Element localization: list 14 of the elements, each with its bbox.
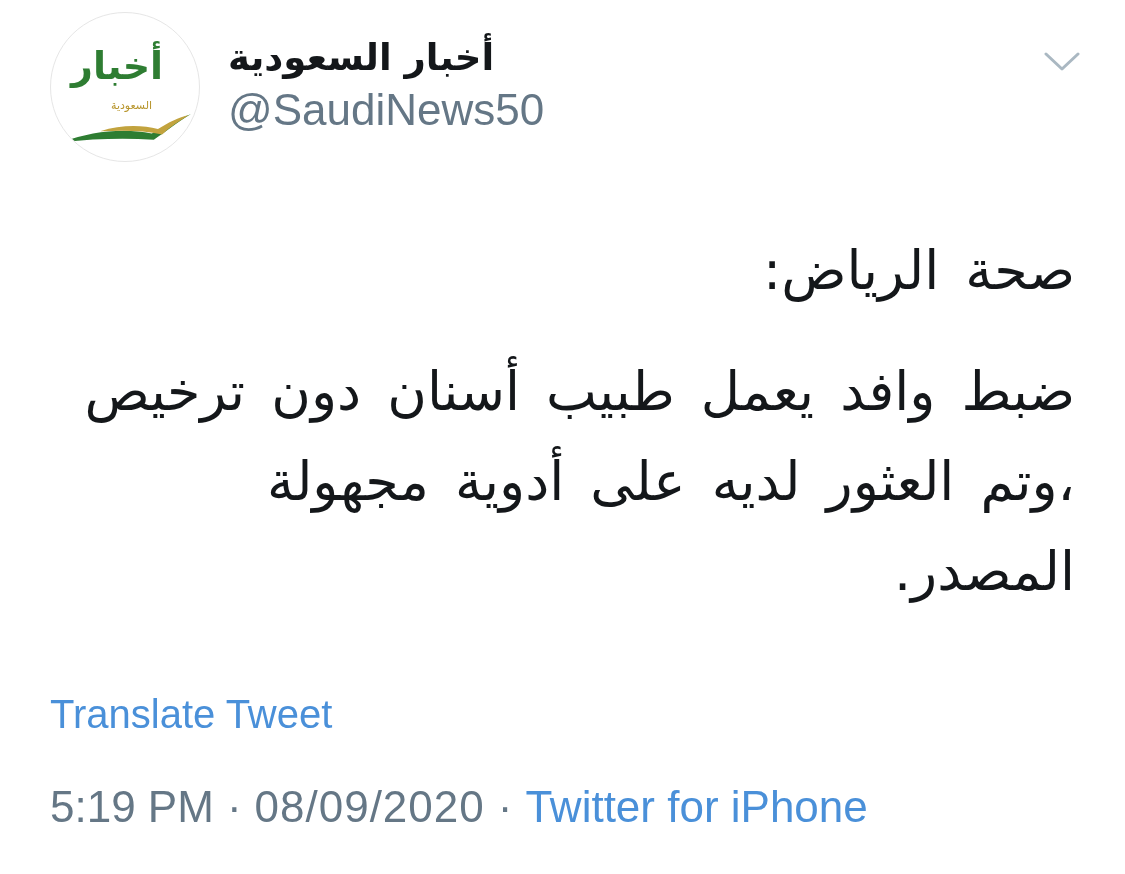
display-name[interactable]: أخبار السعودية [228, 32, 495, 84]
chevron-down-icon[interactable] [1044, 52, 1080, 72]
logo-title: أخبار [71, 33, 164, 99]
tweet-time: 5:19 PM [50, 781, 214, 833]
avatar-logo[interactable]: أخبار السعودية [50, 12, 200, 162]
tweet-source-link[interactable]: Twitter for iPhone [525, 779, 868, 835]
separator-dot: · [497, 781, 513, 833]
tweet-date: 08/09/2020 [254, 781, 485, 833]
translate-link[interactable]: Translate Tweet [50, 689, 333, 739]
tweet-text: ضبط وافد يعمل طبيب أسنان دون ترخيص ،وتم العثور لديه على أدوية مجهولة المصدر. [50, 347, 1075, 617]
tweet-text: صحة الرياض: [761, 238, 1075, 304]
user-handle[interactable]: @SaudiNews50 [228, 84, 545, 136]
separator-dot: · [226, 781, 242, 833]
logo-subtitle: السعودية [111, 99, 153, 113]
